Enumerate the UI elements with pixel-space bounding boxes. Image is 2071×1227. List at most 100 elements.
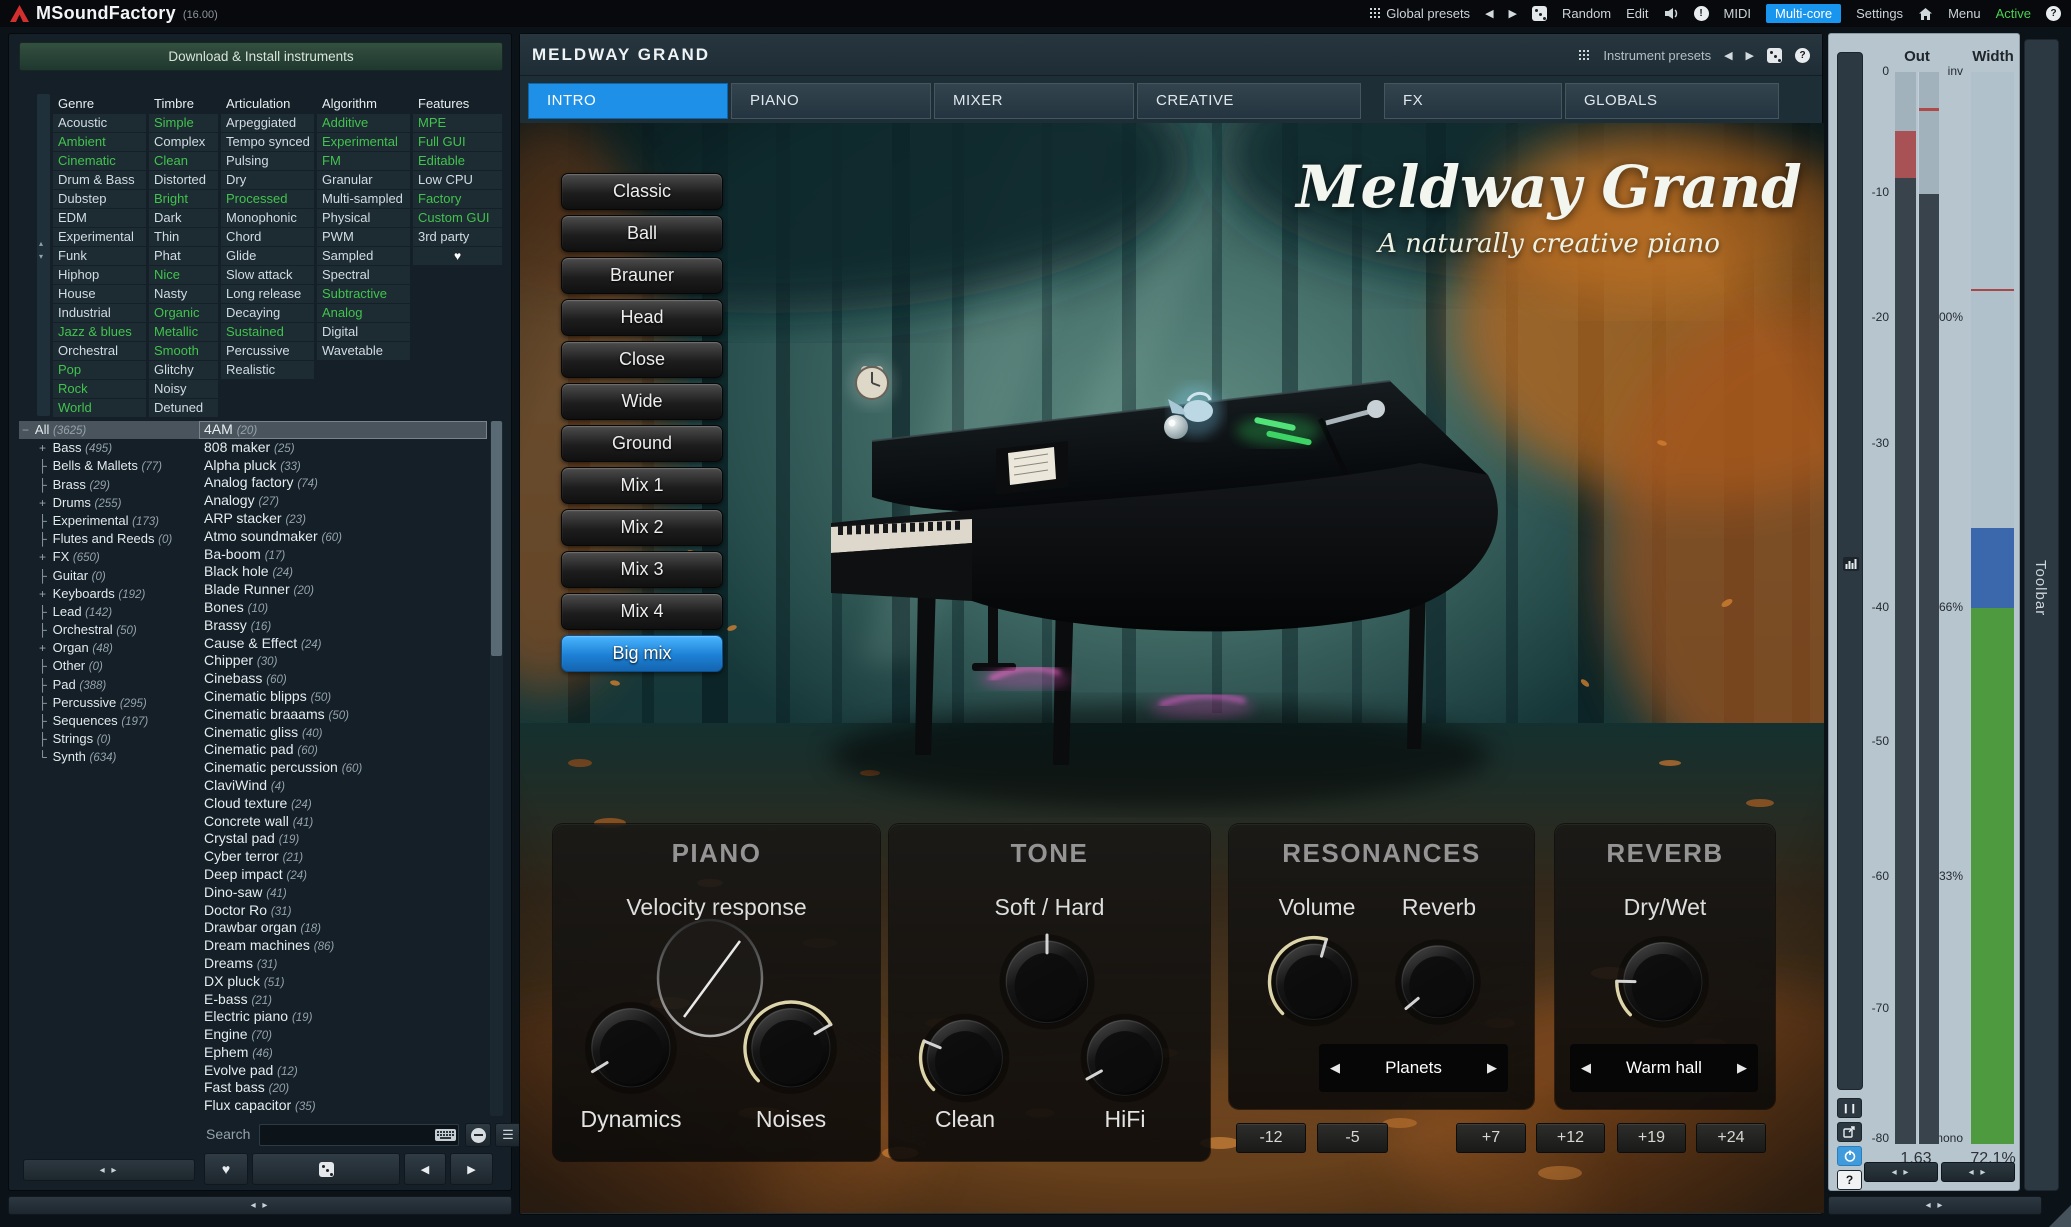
preset-list-item[interactable]: Flux capacitor (35) [199, 1097, 487, 1115]
random-preset-button[interactable] [252, 1153, 400, 1185]
filter-item[interactable]: Arpeggiated [221, 114, 314, 132]
filter-item[interactable]: Hiphop [53, 266, 146, 284]
filter-item[interactable]: Clean [149, 152, 218, 170]
selector-next-icon[interactable]: ▶ [1737, 1044, 1747, 1092]
selector-prev-icon[interactable]: ◀ [1581, 1044, 1591, 1092]
filter-item[interactable]: Dark [149, 209, 218, 227]
filter-item[interactable]: Analog [317, 304, 410, 322]
search-input[interactable] [259, 1124, 459, 1146]
filter-item[interactable]: PWM [317, 228, 410, 246]
tree-item[interactable]: └ Synth (634) [19, 748, 199, 766]
preset-list-item[interactable]: Ephem (46) [199, 1044, 487, 1062]
filter-item[interactable]: Sampled [317, 247, 410, 265]
filter-item[interactable]: Bright [149, 190, 218, 208]
filter-item[interactable]: Dry [221, 171, 314, 189]
tree-item[interactable]: + Bass (495) [19, 439, 199, 457]
clear-search-button[interactable] [465, 1123, 491, 1147]
filter-item[interactable]: Editable [413, 152, 502, 170]
transpose-button[interactable]: +12 [1536, 1123, 1605, 1153]
tree-resize-handle[interactable]: ◂ ▸ [23, 1159, 195, 1181]
pause-meters-button[interactable]: ❙❙ [1837, 1098, 1862, 1118]
keyboard-icon[interactable] [435, 1129, 456, 1141]
browser-resize-bar[interactable]: ◂ ▸ [8, 1196, 512, 1215]
preset-list-item[interactable]: Cyber terror (21) [199, 848, 487, 866]
mic-preset-button[interactable]: Mix 1 [561, 467, 723, 504]
filter-item[interactable]: Tempo synced [221, 133, 314, 151]
filter-item[interactable]: House [53, 285, 146, 303]
filter-item[interactable]: Ambient [53, 133, 146, 151]
tab[interactable]: CREATIVE [1137, 83, 1361, 119]
transpose-button[interactable]: +24 [1696, 1123, 1766, 1153]
mic-preset-button[interactable]: Classic [561, 173, 723, 210]
selector-next-icon[interactable]: ▶ [1487, 1044, 1497, 1092]
preset-list-item[interactable]: Chipper (30) [199, 652, 487, 670]
prev-preset-button[interactable]: ◀ [1485, 7, 1493, 20]
filter-item[interactable]: Subtractive [317, 285, 410, 303]
preset-list-item[interactable]: Analogy (27) [199, 492, 487, 510]
speaker-icon[interactable] [1664, 7, 1679, 20]
dry-wet-knob[interactable] [1613, 932, 1713, 1032]
filter-item[interactable]: Industrial [53, 304, 146, 322]
tab[interactable]: MIXER [934, 83, 1134, 119]
midi-button[interactable]: MIDI [1724, 6, 1751, 21]
tree-item[interactable]: ├ Orchestral (50) [19, 621, 199, 639]
filter-item[interactable]: Jazz & blues [53, 323, 146, 341]
scroll-down-icon[interactable]: ▾ [39, 252, 43, 261]
preset-list-item[interactable]: E-bass (21) [199, 991, 487, 1009]
preset-list-item[interactable]: Electric piano (19) [199, 1008, 487, 1026]
mic-preset-button[interactable]: Mix 4 [561, 593, 723, 630]
dynamics-knob[interactable] [581, 998, 681, 1098]
preset-list-item[interactable]: Cinematic pad (60) [199, 741, 487, 759]
filter-item[interactable]: Chord [221, 228, 314, 246]
tab[interactable]: FX [1384, 83, 1562, 119]
preset-list-item[interactable]: ARP stacker (23) [199, 510, 487, 528]
filter-item[interactable]: Monophonic [221, 209, 314, 227]
filter-item[interactable]: ♥ [413, 247, 502, 265]
mic-preset-button[interactable]: Wide [561, 383, 723, 420]
mic-preset-button[interactable]: Big mix [561, 635, 723, 672]
help-icon[interactable]: ? [1837, 1170, 1862, 1190]
filter-item[interactable]: Noisy [149, 380, 218, 398]
filter-scrollbar[interactable]: ▴ ▾ [37, 94, 50, 416]
width-meter-resize-handle[interactable]: ◂ ▸ [1941, 1162, 2015, 1182]
preset-list-item[interactable]: Concrete wall (41) [199, 813, 487, 831]
filter-item[interactable]: Complex [149, 133, 218, 151]
preset-list-item[interactable]: Deep impact (24) [199, 866, 487, 884]
list-options-button[interactable]: ☰ [495, 1123, 521, 1147]
filter-item[interactable]: Processed [221, 190, 314, 208]
tree-item[interactable]: ├ Guitar (0) [19, 567, 199, 585]
preset-list-item[interactable]: Cinematic braaams (50) [199, 706, 487, 724]
filter-item[interactable]: Custom GUI [413, 209, 502, 227]
preset-list-item[interactable]: Cause & Effect (24) [199, 635, 487, 653]
preset-list-item[interactable]: Evolve pad (12) [199, 1062, 487, 1080]
next-button[interactable]: ▶ [450, 1153, 493, 1185]
tree-item[interactable]: ├ Sequences (197) [19, 712, 199, 730]
filter-item[interactable]: Nasty [149, 285, 218, 303]
settings-button[interactable]: Settings [1856, 6, 1903, 21]
filter-item[interactable]: Percussive [221, 342, 314, 360]
resonance-volume-knob[interactable] [1266, 934, 1362, 1030]
preset-list-item[interactable]: Drawbar organ (18) [199, 919, 487, 937]
menu-button[interactable]: Menu [1948, 6, 1981, 21]
preset-list-item[interactable]: Cloud texture (24) [199, 795, 487, 813]
next-preset-button[interactable]: ▶ [1509, 7, 1517, 20]
filter-item[interactable]: Organic [149, 304, 218, 322]
filter-item[interactable]: Slow attack [221, 266, 314, 284]
mic-preset-button[interactable]: Brauner [561, 257, 723, 294]
tree-item[interactable]: + Organ (48) [19, 639, 199, 657]
filter-item[interactable]: Glitchy [149, 361, 218, 379]
filter-item[interactable]: Experimental [53, 228, 146, 246]
filter-item[interactable]: Factory [413, 190, 502, 208]
filter-item[interactable]: Detuned [149, 399, 218, 417]
preset-list-item[interactable]: Crystal pad (19) [199, 830, 487, 848]
filter-item[interactable]: Smooth [149, 342, 218, 360]
preset-list-item[interactable]: 808 maker (25) [199, 439, 487, 457]
transpose-button[interactable]: -12 [1236, 1123, 1306, 1153]
transpose-button[interactable]: +19 [1617, 1123, 1686, 1153]
filter-item[interactable]: Simple [149, 114, 218, 132]
preset-list-item[interactable]: Ba-boom (17) [199, 546, 487, 564]
preset-list-item[interactable]: Doctor Ro (31) [199, 902, 487, 920]
scrollbar-thumb[interactable] [491, 421, 502, 656]
resonance-reverb-knob[interactable] [1392, 936, 1484, 1028]
hifi-knob[interactable] [1077, 1010, 1173, 1106]
